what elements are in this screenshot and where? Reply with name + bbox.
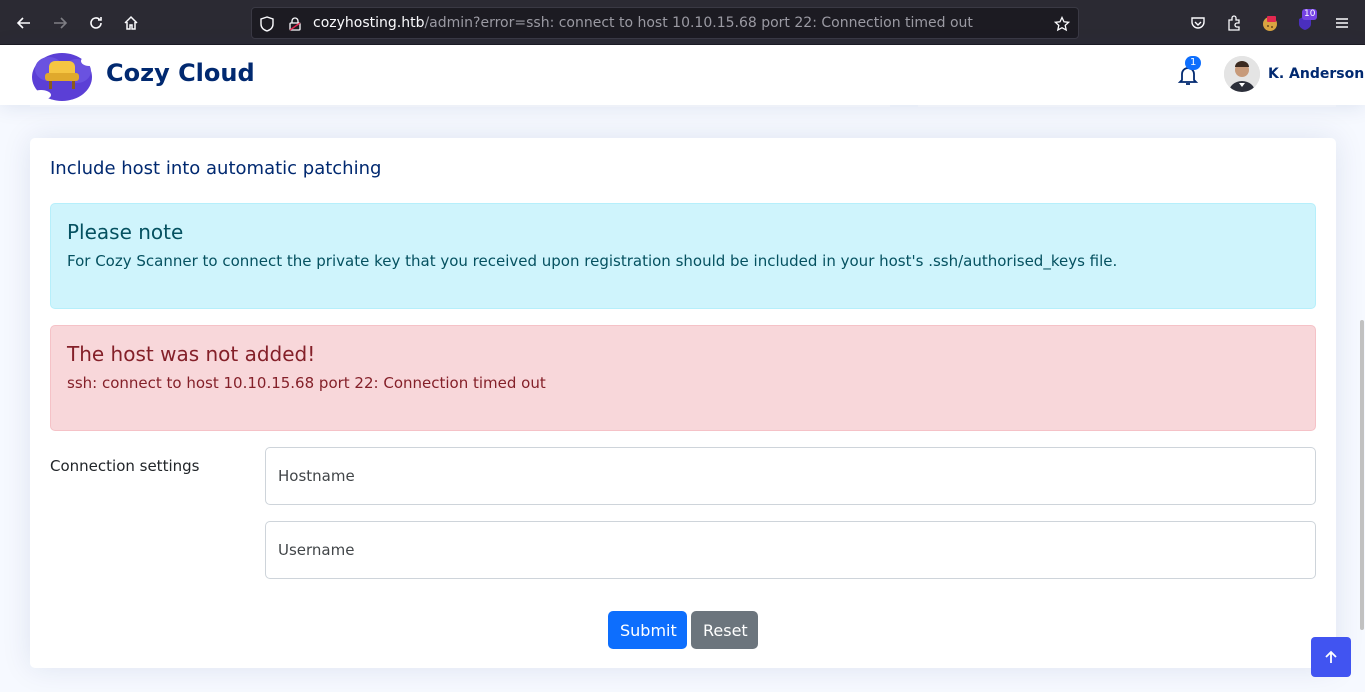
extensions-icon[interactable] — [1220, 9, 1248, 37]
info-alert-text: For Cozy Scanner to connect the private … — [67, 252, 1118, 270]
url-bar[interactable]: cozyhosting.htb/admin?error=ssh: connect… — [251, 7, 1079, 39]
shield-icon[interactable] — [257, 14, 277, 34]
submit-button[interactable]: Submit — [608, 611, 687, 649]
menu-icon[interactable] — [1328, 9, 1356, 37]
reset-button[interactable]: Reset — [691, 611, 758, 649]
error-alert-text: ssh: connect to host 10.10.15.68 port 22… — [67, 374, 546, 392]
error-alert: The host was not added! ssh: connect to … — [50, 325, 1316, 431]
cozy-cloud-logo[interactable] — [27, 47, 97, 103]
previous-card-edge — [30, 105, 890, 107]
hostname-input[interactable] — [265, 447, 1316, 505]
star-icon[interactable] — [1052, 14, 1072, 34]
connection-settings-label: Connection settings — [50, 457, 200, 475]
app-header: Cozy Cloud 1 K. Anderson — [0, 45, 1365, 105]
scrollbar[interactable] — [1360, 320, 1364, 630]
previous-card-edge — [918, 105, 1336, 107]
url-path: /admin?error=ssh: connect to host 10.10.… — [424, 15, 973, 31]
forward-arrow-icon[interactable] — [46, 9, 74, 37]
user-name[interactable]: K. Anderson — [1268, 66, 1364, 82]
card-title: Include host into automatic patching — [50, 158, 382, 179]
lock-icon[interactable] — [285, 14, 305, 34]
back-arrow-icon[interactable] — [10, 9, 38, 37]
back-to-top-button[interactable] — [1311, 637, 1351, 677]
extension-badge: 10 — [1302, 9, 1318, 20]
cookie-extension-icon[interactable] — [1256, 9, 1284, 37]
url-host: cozyhosting.htb — [313, 15, 425, 31]
pocket-icon[interactable] — [1184, 9, 1212, 37]
info-alert: Please note For Cozy Scanner to connect … — [50, 203, 1316, 309]
brand-name[interactable]: Cozy Cloud — [106, 59, 255, 87]
url-text[interactable]: cozyhosting.htb/admin?error=ssh: connect… — [313, 15, 973, 31]
arrow-up-icon — [1325, 650, 1337, 663]
error-alert-heading: The host was not added! — [67, 342, 316, 366]
username-input[interactable] — [265, 521, 1316, 579]
browser-toolbar: cozyhosting.htb/admin?error=ssh: connect… — [0, 0, 1365, 45]
info-alert-heading: Please note — [67, 220, 184, 244]
reload-icon[interactable] — [82, 9, 110, 37]
avatar[interactable] — [1224, 56, 1260, 92]
home-icon[interactable] — [117, 9, 145, 37]
notification-badge: 1 — [1185, 56, 1202, 70]
patching-card: Include host into automatic patching Ple… — [30, 138, 1336, 668]
